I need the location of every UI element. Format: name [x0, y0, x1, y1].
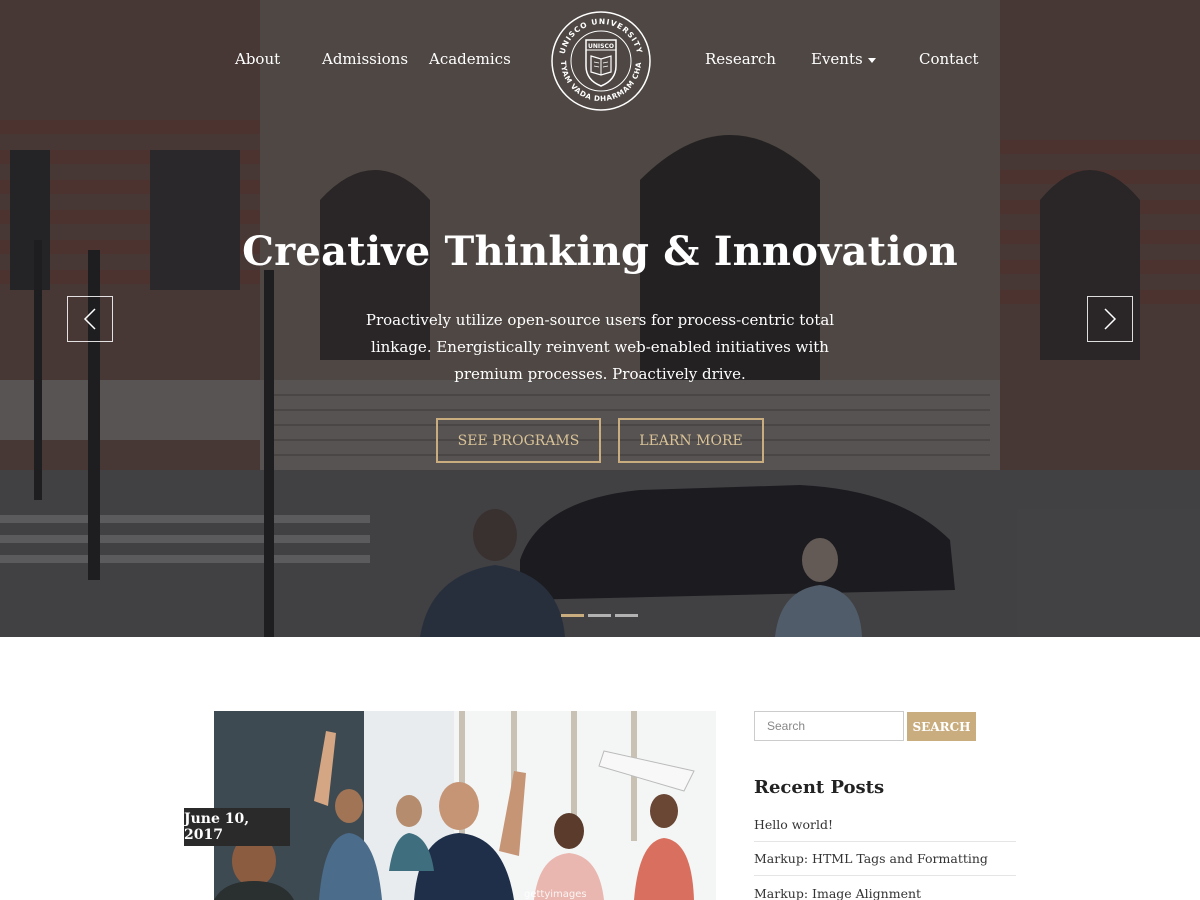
recent-post-link[interactable]: Markup: Image Alignment	[754, 876, 1016, 900]
learn-more-button[interactable]: LEARN MORE	[618, 418, 764, 463]
recent-posts-title: Recent Posts	[754, 777, 885, 798]
nav-item-events-label: Events	[811, 50, 863, 68]
post-featured-image[interactable]: gettyimages	[214, 711, 716, 900]
nav-item-academics[interactable]: Academics	[429, 50, 511, 68]
search-button[interactable]: SEARCH	[907, 712, 976, 741]
slider-prev-button[interactable]	[67, 296, 113, 342]
image-credit: gettyimages	[524, 889, 587, 900]
chevron-right-icon	[1104, 308, 1117, 330]
slider-dot[interactable]	[588, 614, 611, 617]
nav-item-events[interactable]: Events	[811, 50, 876, 68]
recent-post-link[interactable]: Markup: HTML Tags and Formatting	[754, 842, 1016, 876]
classroom-photo: gettyimages	[214, 711, 716, 900]
search-input[interactable]	[754, 711, 904, 741]
university-logo[interactable]: UNISCO UNIVERSITY SATYAM VADA DHARMAM CH…	[547, 3, 652, 112]
main-navigation: About Admissions Academics UNISCO UNIVER…	[0, 0, 1200, 120]
svg-text:UNISCO: UNISCO	[588, 43, 614, 50]
nav-item-about[interactable]: About	[235, 50, 280, 68]
post-date-badge: June 10, 2017	[184, 808, 290, 846]
chevron-left-icon	[83, 308, 96, 330]
see-programs-button[interactable]: SEE PROGRAMS	[436, 418, 601, 463]
recent-posts-list: Hello world! Markup: HTML Tags and Forma…	[754, 808, 1016, 900]
slider-dot[interactable]	[615, 614, 638, 617]
hero-slider: About Admissions Academics UNISCO UNIVER…	[0, 0, 1200, 637]
chevron-down-icon	[867, 57, 876, 63]
university-seal-icon: UNISCO UNIVERSITY SATYAM VADA DHARMAM CH…	[547, 3, 651, 111]
slider-dot[interactable]	[561, 614, 584, 617]
recent-post-link[interactable]: Hello world!	[754, 808, 1016, 842]
hero-description: Proactively utilize open-source users fo…	[365, 311, 835, 383]
slider-pagination	[561, 614, 638, 617]
nav-item-contact[interactable]: Contact	[919, 50, 979, 68]
nav-item-research[interactable]: Research	[705, 50, 776, 68]
nav-item-admissions[interactable]: Admissions	[322, 50, 408, 68]
hero-title: Creative Thinking & Innovation	[242, 228, 958, 275]
slider-next-button[interactable]	[1087, 296, 1133, 342]
